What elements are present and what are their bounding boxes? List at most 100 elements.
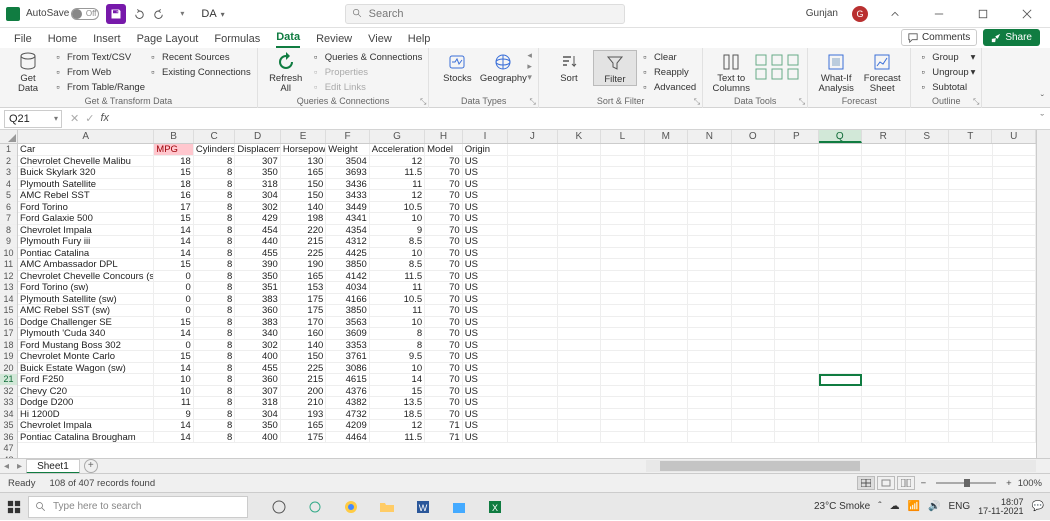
cell-L11[interactable] (601, 259, 645, 271)
cell-F11[interactable]: 3850 (326, 259, 370, 271)
cell-N10[interactable] (688, 248, 732, 260)
cell-N32[interactable] (688, 386, 732, 398)
cell-B19[interactable]: 15 (154, 351, 194, 363)
cell-E33[interactable]: 210 (281, 397, 326, 409)
cell-B6[interactable]: 17 (154, 202, 194, 214)
cell-I2[interactable]: US (463, 156, 508, 168)
cell-D35[interactable]: 350 (235, 420, 280, 432)
cell-H19[interactable]: 70 (425, 351, 463, 363)
cell-P34[interactable] (775, 409, 819, 421)
cell-S7[interactable] (906, 213, 950, 225)
col-header-C[interactable]: C (194, 130, 236, 143)
ribbon-collapse-button[interactable]: ˇ (1041, 94, 1044, 105)
cell-F1[interactable]: Weight (326, 144, 370, 156)
zoom-out-button[interactable]: − (921, 478, 927, 489)
cell-T1[interactable] (949, 144, 993, 156)
cell-E34[interactable]: 193 (281, 409, 326, 421)
cell-T8[interactable] (949, 225, 993, 237)
cell-T20[interactable] (949, 363, 993, 375)
cell-D18[interactable]: 302 (235, 340, 280, 352)
cell-J7[interactable] (508, 213, 557, 225)
cell-D9[interactable]: 440 (235, 236, 280, 248)
cell-C34[interactable]: 8 (194, 409, 236, 421)
cell-M34[interactable] (645, 409, 689, 421)
get-data-button[interactable]: GetData (6, 50, 50, 95)
cell-J17[interactable] (508, 328, 557, 340)
cell-U10[interactable] (993, 248, 1036, 260)
row-header-17[interactable]: 17 (0, 328, 17, 340)
cell-U8[interactable] (993, 225, 1036, 237)
cell-J4[interactable] (508, 179, 557, 191)
cell-I4[interactable]: US (463, 179, 508, 191)
cortana-icon[interactable] (304, 496, 326, 518)
sheet-tab-active[interactable]: Sheet1 (26, 459, 80, 474)
cell-B17[interactable]: 14 (154, 328, 194, 340)
cell-G11[interactable]: 8.5 (370, 259, 425, 271)
cell-I33[interactable]: US (463, 397, 508, 409)
cell-R5[interactable] (862, 190, 906, 202)
cell-D13[interactable]: 351 (235, 282, 280, 294)
cell-M7[interactable] (645, 213, 689, 225)
col-header-S[interactable]: S (906, 130, 949, 143)
cell-I12[interactable]: US (463, 271, 508, 283)
cell-J33[interactable] (508, 397, 557, 409)
cell-L35[interactable] (601, 420, 645, 432)
cell-I19[interactable]: US (463, 351, 508, 363)
tab-page-layout[interactable]: Page Layout (137, 33, 199, 48)
autosave-toggle[interactable]: Off (71, 8, 99, 20)
cell-F21[interactable]: 4615 (326, 374, 370, 386)
cell-K19[interactable] (558, 351, 602, 363)
cell-T6[interactable] (949, 202, 993, 214)
data-tool-5[interactable] (787, 68, 799, 80)
cell-O35[interactable] (732, 420, 776, 432)
cell-M13[interactable] (645, 282, 689, 294)
cell-G10[interactable]: 10 (370, 248, 425, 260)
cell-S34[interactable] (906, 409, 950, 421)
cell-L34[interactable] (601, 409, 645, 421)
cell-K10[interactable] (558, 248, 602, 260)
cell-U33[interactable] (993, 397, 1036, 409)
cell-P6[interactable] (775, 202, 819, 214)
data-tool-3[interactable] (755, 68, 767, 80)
cell-T13[interactable] (949, 282, 993, 294)
cell-D16[interactable]: 383 (235, 317, 280, 329)
cell-T35[interactable] (949, 420, 993, 432)
cell-J18[interactable] (508, 340, 557, 352)
share-button[interactable]: Share (983, 29, 1040, 46)
cell-N35[interactable] (688, 420, 732, 432)
cell-I7[interactable]: US (463, 213, 508, 225)
cell-I11[interactable]: US (463, 259, 508, 271)
col-header-T[interactable]: T (949, 130, 992, 143)
cell-G36[interactable]: 11.5 (370, 432, 425, 444)
cell-R9[interactable] (862, 236, 906, 248)
cell-P14[interactable] (775, 294, 819, 306)
cell-L16[interactable] (601, 317, 645, 329)
cell-O4[interactable] (732, 179, 776, 191)
cell-D32[interactable]: 307 (235, 386, 280, 398)
cell-C36[interactable]: 8 (194, 432, 236, 444)
cell-E14[interactable]: 175 (281, 294, 326, 306)
cell-J20[interactable] (508, 363, 557, 375)
tab-home[interactable]: Home (48, 33, 77, 48)
refresh-all-button[interactable]: RefreshAll (264, 50, 308, 95)
cell-R17[interactable] (862, 328, 906, 340)
cell-P3[interactable] (775, 167, 819, 179)
cell-I13[interactable]: US (463, 282, 508, 294)
cell-L1[interactable] (601, 144, 645, 156)
cell-C14[interactable]: 8 (194, 294, 236, 306)
row-header-35[interactable]: 35 (0, 420, 17, 432)
row-header-10[interactable]: 10 (0, 248, 17, 260)
cell-D14[interactable]: 383 (235, 294, 280, 306)
cell-Q12[interactable] (819, 271, 863, 283)
tab-data[interactable]: Data (276, 31, 300, 48)
cell-D33[interactable]: 318 (235, 397, 280, 409)
row-header-34[interactable]: 34 (0, 409, 17, 421)
cell-O2[interactable] (732, 156, 776, 168)
row-header-36[interactable]: 36 (0, 432, 17, 444)
tab-formulas[interactable]: Formulas (214, 33, 260, 48)
cell-G15[interactable]: 11 (370, 305, 425, 317)
cell-F13[interactable]: 4034 (326, 282, 370, 294)
cell-K3[interactable] (558, 167, 602, 179)
cell-N6[interactable] (688, 202, 732, 214)
cell-O15[interactable] (732, 305, 776, 317)
